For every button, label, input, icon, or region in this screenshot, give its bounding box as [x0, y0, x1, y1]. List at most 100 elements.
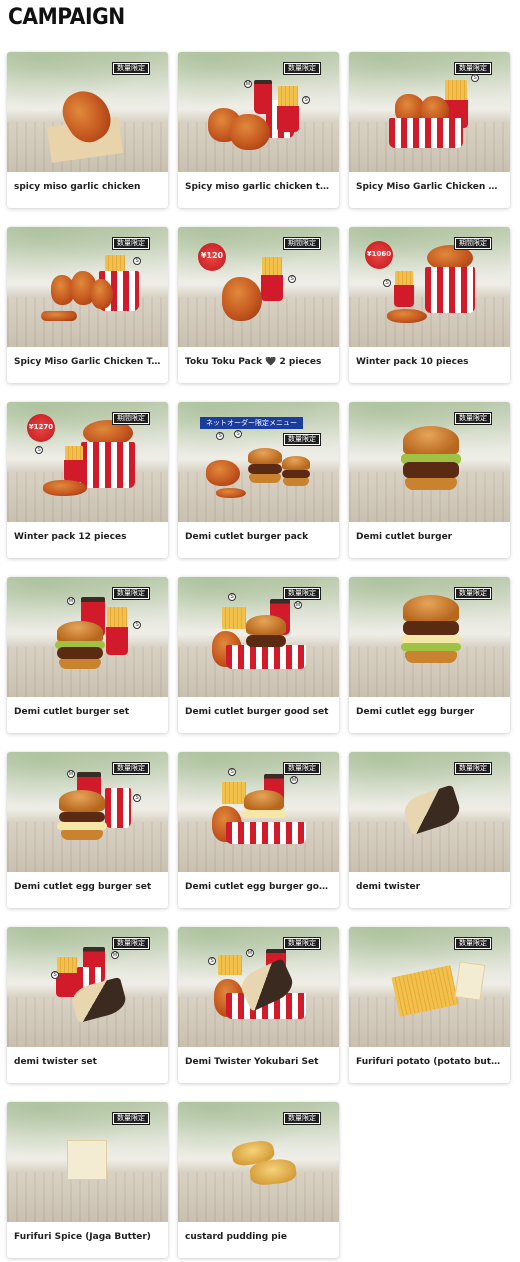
product-photo: 期間限定 ¥1270 S — [7, 402, 168, 522]
product-photo: 数量限定 S M — [178, 752, 339, 872]
product-photo: 期間限定 ¥1060 S — [349, 227, 510, 347]
product-name: Demi Twister Yokubari Set — [185, 1057, 319, 1067]
product-name: Furifuri Spice (Jaga Butter) — [14, 1232, 151, 1242]
product-photo: 数量限定 M S — [7, 577, 168, 697]
size-s-icon: S — [133, 257, 141, 265]
product-photo: 数量限定 — [178, 1102, 339, 1222]
limited-badge: 数量限定 — [283, 433, 321, 446]
product-card[interactable]: 数量限定 M S Spicy miso garlic chicken tasti… — [178, 52, 339, 208]
price-sticker: ¥1270 — [27, 414, 55, 442]
limited-badge: 数量限定 — [112, 937, 150, 950]
product-photo: 数量限定 S M — [7, 927, 168, 1047]
product-name: Demi cutlet burger pack — [185, 532, 309, 542]
product-card[interactable]: 数量限定 spicy miso garlic chicken — [7, 52, 168, 208]
limited-badge: 数量限定 — [283, 1112, 321, 1125]
size-s-icon: S — [228, 768, 236, 776]
product-name: demi twister — [356, 882, 421, 892]
limited-badge: 期間限定 — [283, 237, 321, 250]
product-photo: 数量限定 S M — [178, 577, 339, 697]
limited-badge: 数量限定 — [454, 762, 492, 775]
product-photo: 数量限定 — [349, 577, 510, 697]
size-m-icon: M — [111, 951, 119, 959]
price-sticker: ¥1060 — [365, 241, 393, 269]
limited-badge: 数量限定 — [454, 937, 492, 950]
product-name: Furifuri potato (potato butter) — [356, 1057, 503, 1067]
product-photo: 数量限定 S M — [178, 927, 339, 1047]
product-name: Demi cutlet egg burger good set — [185, 882, 332, 892]
product-card[interactable]: 数量限定 Furifuri potato (potato butter) — [349, 927, 510, 1083]
size-m-icon: M — [244, 80, 252, 88]
limited-badge: 期間限定 — [454, 237, 492, 250]
limited-badge: 数量限定 — [112, 1112, 150, 1125]
product-card[interactable]: 数量限定 Demi cutlet egg burger — [349, 577, 510, 733]
product-photo: 数量限定 — [7, 1102, 168, 1222]
product-photo: 数量限定 — [349, 752, 510, 872]
product-name: Demi cutlet egg burger set — [14, 882, 152, 892]
product-card[interactable]: 数量限定 Furifuri Spice (Jaga Butter) — [7, 1102, 168, 1258]
limited-badge: 数量限定 — [112, 762, 150, 775]
size-m-icon: M — [67, 770, 75, 778]
product-card[interactable]: 数量限定 M S Demi cutlet egg burger set — [7, 752, 168, 908]
product-card[interactable]: ネットオーダー限定メニュー 数量限定 S S Demi cutlet burge… — [178, 402, 339, 558]
size-s-icon: S — [288, 275, 296, 283]
product-card[interactable]: 数量限定 S M Demi cutlet egg burger good set — [178, 752, 339, 908]
limited-badge: 数量限定 — [283, 587, 321, 600]
product-name: Spicy miso garlic chicken tasting set — [185, 182, 332, 192]
size-s-icon: S — [51, 971, 59, 979]
product-name: Winter pack 10 pieces — [356, 357, 469, 367]
limited-badge: 数量限定 — [112, 237, 150, 250]
limited-badge: 数量限定 — [283, 62, 321, 75]
product-photo: 数量限定 S — [7, 227, 168, 347]
product-name: Demi cutlet burger — [356, 532, 453, 542]
product-card[interactable]: 数量限定 S M demi twister set — [7, 927, 168, 1083]
product-card[interactable]: 数量限定 demi twister — [349, 752, 510, 908]
size-s-icon: S — [383, 279, 391, 287]
size-s-icon: S — [133, 621, 141, 629]
product-name: Toku Toku Pack 🖤 2 pieces — [185, 357, 322, 367]
price-sticker: ¥120 — [198, 243, 226, 271]
twister-image — [400, 784, 464, 836]
product-card[interactable]: 数量限定 M S Demi cutlet burger set — [7, 577, 168, 733]
product-name: spicy miso garlic chicken — [14, 182, 141, 192]
size-m-icon: M — [67, 597, 75, 605]
product-name: Spicy Miso Garlic Chicken Compare Pack — [356, 182, 503, 192]
size-s-icon: S — [234, 430, 242, 438]
product-name: custard pudding pie — [185, 1232, 287, 1242]
product-photo: 数量限定 — [349, 927, 510, 1047]
page-title: CAMPAIGN — [8, 5, 125, 30]
product-name: Winter pack 12 pieces — [14, 532, 127, 542]
size-s-icon: S — [133, 794, 141, 802]
product-photo: 数量限定 — [7, 52, 168, 172]
product-name: Demi cutlet burger good set — [185, 707, 329, 717]
size-m-icon: M — [290, 776, 298, 784]
product-card[interactable]: 数量限定 custard pudding pie — [178, 1102, 339, 1258]
limited-badge: 数量限定 — [283, 937, 321, 950]
product-card[interactable]: 期間限定 ¥1060 S Winter pack 10 pieces — [349, 227, 510, 383]
product-name: demi twister set — [14, 1057, 97, 1067]
product-card[interactable]: 期間限定 ¥1270 S Winter pack 12 pieces — [7, 402, 168, 558]
seasoning-pack-image — [67, 1140, 107, 1180]
product-name: Demi cutlet egg burger — [356, 707, 475, 717]
product-photo: 期間限定 ¥120 S — [178, 227, 339, 347]
product-photo: 数量限定 S — [349, 52, 510, 172]
limited-badge: 数量限定 — [283, 762, 321, 775]
size-s-icon: S — [471, 74, 479, 82]
product-card[interactable]: 数量限定 S M Demi Twister Yokubari Set — [178, 927, 339, 1083]
limited-badge: 数量限定 — [112, 587, 150, 600]
size-s-icon: S — [208, 957, 216, 965]
size-s-icon: S — [302, 96, 310, 104]
product-card[interactable]: 数量限定 S M Demi cutlet burger good set — [178, 577, 339, 733]
product-card[interactable]: 期間限定 ¥120 S Toku Toku Pack 🖤 2 pieces — [178, 227, 339, 383]
size-s-icon: S — [35, 446, 43, 454]
campaign-grid: 数量限定 spicy miso garlic chicken 数量限定 M S … — [7, 52, 511, 1258]
product-card[interactable]: 数量限定 S Spicy Miso Garlic Chicken Compare… — [349, 52, 510, 208]
limited-badge: 期間限定 — [112, 412, 150, 425]
product-photo: 数量限定 — [349, 402, 510, 522]
limited-badge: 数量限定 — [112, 62, 150, 75]
product-card[interactable]: 数量限定 Demi cutlet burger — [349, 402, 510, 558]
product-photo: ネットオーダー限定メニュー 数量限定 S S — [178, 402, 339, 522]
size-s-icon: S — [216, 432, 224, 440]
limited-badge: 数量限定 — [454, 62, 492, 75]
product-card[interactable]: 数量限定 S Spicy Miso Garlic Chicken Tasting… — [7, 227, 168, 383]
net-order-banner: ネットオーダー限定メニュー — [200, 417, 303, 429]
